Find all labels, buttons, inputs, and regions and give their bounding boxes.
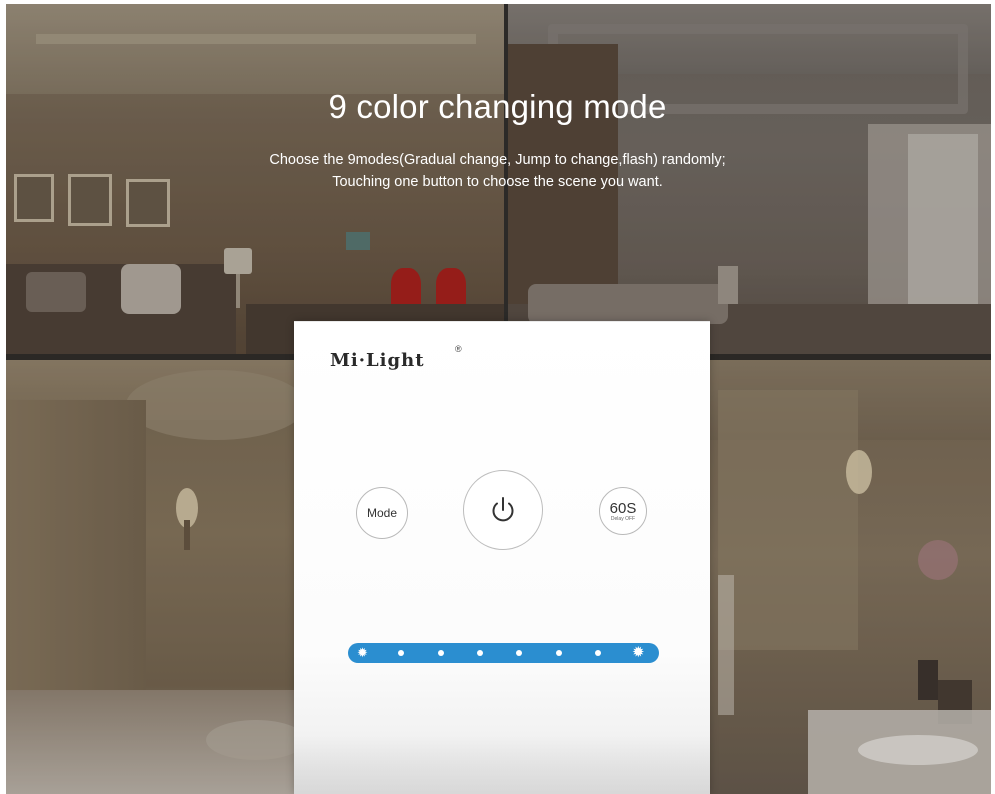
slider-dot[interactable] bbox=[477, 650, 483, 656]
slider-dot[interactable] bbox=[556, 650, 562, 656]
delay-off-button[interactable]: 60S Delay OFF bbox=[599, 487, 647, 535]
sun-icon: ✹ bbox=[632, 644, 645, 661]
slider-dot[interactable] bbox=[438, 650, 444, 656]
power-icon bbox=[492, 497, 514, 522]
subtitle-line-2: Touching one button to choose the scene … bbox=[332, 174, 663, 190]
slider-dot[interactable] bbox=[516, 650, 522, 656]
delay-button-label: 60S bbox=[609, 499, 637, 517]
mode-button-label: Mode bbox=[366, 506, 398, 520]
brand-logo: Mi·Light bbox=[330, 350, 425, 371]
power-button[interactable] bbox=[463, 470, 543, 550]
panel-reflection bbox=[294, 734, 710, 794]
brightness-slider[interactable]: ✹ ✹ bbox=[348, 643, 659, 663]
mode-button[interactable]: Mode bbox=[356, 487, 408, 539]
subtitle-line-1: Choose the 9modes(Gradual change, Jump t… bbox=[269, 152, 726, 168]
delay-button-sublabel: Delay OFF bbox=[610, 515, 636, 522]
registered-mark: ® bbox=[455, 344, 462, 354]
sun-icon: ✹ bbox=[357, 645, 368, 660]
headline: 9 color changing mode bbox=[328, 88, 667, 125]
product-image: 9 color changing mode Choose the 9modes(… bbox=[0, 0, 995, 794]
slider-dot[interactable] bbox=[398, 650, 404, 656]
slider-dot[interactable] bbox=[595, 650, 601, 656]
touch-panel: Mi·Light ® Mode 60S Delay OFF ✹ ✹ bbox=[294, 321, 710, 794]
